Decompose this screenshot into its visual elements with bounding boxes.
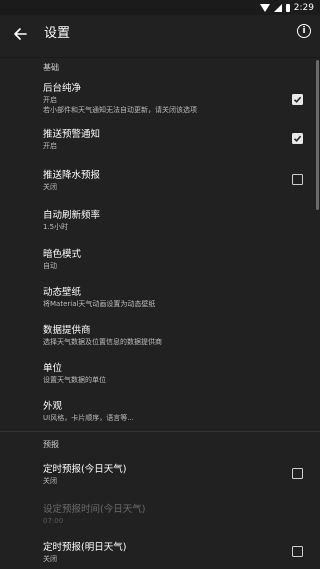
pref-summary: 选择天气数据及位置信息的数据提供商 [43,338,162,346]
pref-title: 设定预报时间(今日天气) [43,504,146,515]
check-icon [293,96,302,103]
pref-title: 数据提供商 [43,325,91,336]
pref-title: 外观 [43,401,63,412]
check-icon [293,135,302,142]
pref-summary: 关闭 [43,555,57,563]
pref-title: 暗色模式 [43,249,82,260]
pref-refresh-rate[interactable]: 自动刷新频率 1.5小时 [0,202,320,241]
battery-icon [285,3,290,12]
pref-summary: UI风格，卡片顺序，语言等... [43,414,134,422]
checkbox-forecast-today[interactable] [292,468,303,479]
pref-forecast-today-time: 设定预报时间(今日天气) 07:00 [0,496,320,534]
scrollbar[interactable] [316,60,319,210]
category-basic: 基础 [43,63,59,72]
pref-summary: 开启 [43,142,57,150]
pref-summary-note: 若小部件和天气通知无法自动更新，请关闭该选项 [43,106,197,114]
checkbox-precipitation-forecast[interactable] [292,174,303,185]
signal-icon [273,3,282,12]
status-bar: 2:29 [0,0,320,15]
pref-forecast-today[interactable]: 定时预报(今日天气) 关闭 [0,456,320,496]
pref-data-provider[interactable]: 数据提供商 选择天气数据及位置信息的数据提供商 [0,317,320,355]
pref-alert-notification[interactable]: 推送预警通知 开启 [0,121,320,162]
pref-summary: 关闭 [43,477,57,485]
status-icons: 2:29 [259,0,314,15]
pref-live-wallpaper[interactable]: 动态壁纸 将Material天气动画设置为动态壁纸 [0,279,320,317]
pref-summary: 1.5小时 [43,223,69,231]
pref-background-clean[interactable]: 后台纯净 开启 若小部件和天气通知无法自动更新，请关闭该选项 [0,78,320,121]
pref-summary: 设置天气数据的单位 [43,376,106,384]
pref-title: 推送预警通知 [43,129,101,140]
category-forecast: 预报 [43,439,59,449]
pref-title: 定时预报(明日天气) [43,542,127,553]
wifi-icon [259,3,270,12]
pref-summary: 将Material天气动画设置为动态壁纸 [43,300,156,308]
pref-summary: 关闭 [43,183,57,191]
pref-summary: 07:00 [43,517,64,525]
checkbox-background-clean[interactable] [292,94,303,105]
pref-title: 推送降水预报 [43,170,101,181]
pref-forecast-tomorrow[interactable]: 定时预报(明日天气) 关闭 [0,534,320,569]
info-icon[interactable]: i [297,24,311,38]
pref-title: 后台纯净 [43,83,82,94]
page-title: 设置 [44,26,71,41]
pref-title: 动态壁纸 [43,287,82,298]
arrow-back-icon[interactable] [8,22,32,46]
pref-precipitation-forecast[interactable]: 推送降水预报 关闭 [0,162,320,202]
pref-dark-mode[interactable]: 暗色模式 自动 [0,241,320,279]
status-time: 2:29 [293,2,314,13]
pref-appearance[interactable]: 外观 UI风格，卡片顺序，语言等... [0,393,320,423]
pref-title: 定时预报(今日天气) [43,464,127,475]
pref-title: 自动刷新频率 [43,210,101,221]
checkbox-forecast-tomorrow[interactable] [292,546,303,557]
app-bar: 设置 i [0,15,320,58]
pref-summary: 开启 [43,96,57,104]
settings-list[interactable]: 基础 后台纯净 开启 若小部件和天气通知无法自动更新，请关闭该选项 推送预警通知… [0,57,320,569]
pref-units[interactable]: 单位 设置天气数据的单位 [0,355,320,393]
checkbox-alert-notification[interactable] [292,133,303,144]
pref-summary: 自动 [43,262,57,270]
pref-title: 单位 [43,363,63,374]
